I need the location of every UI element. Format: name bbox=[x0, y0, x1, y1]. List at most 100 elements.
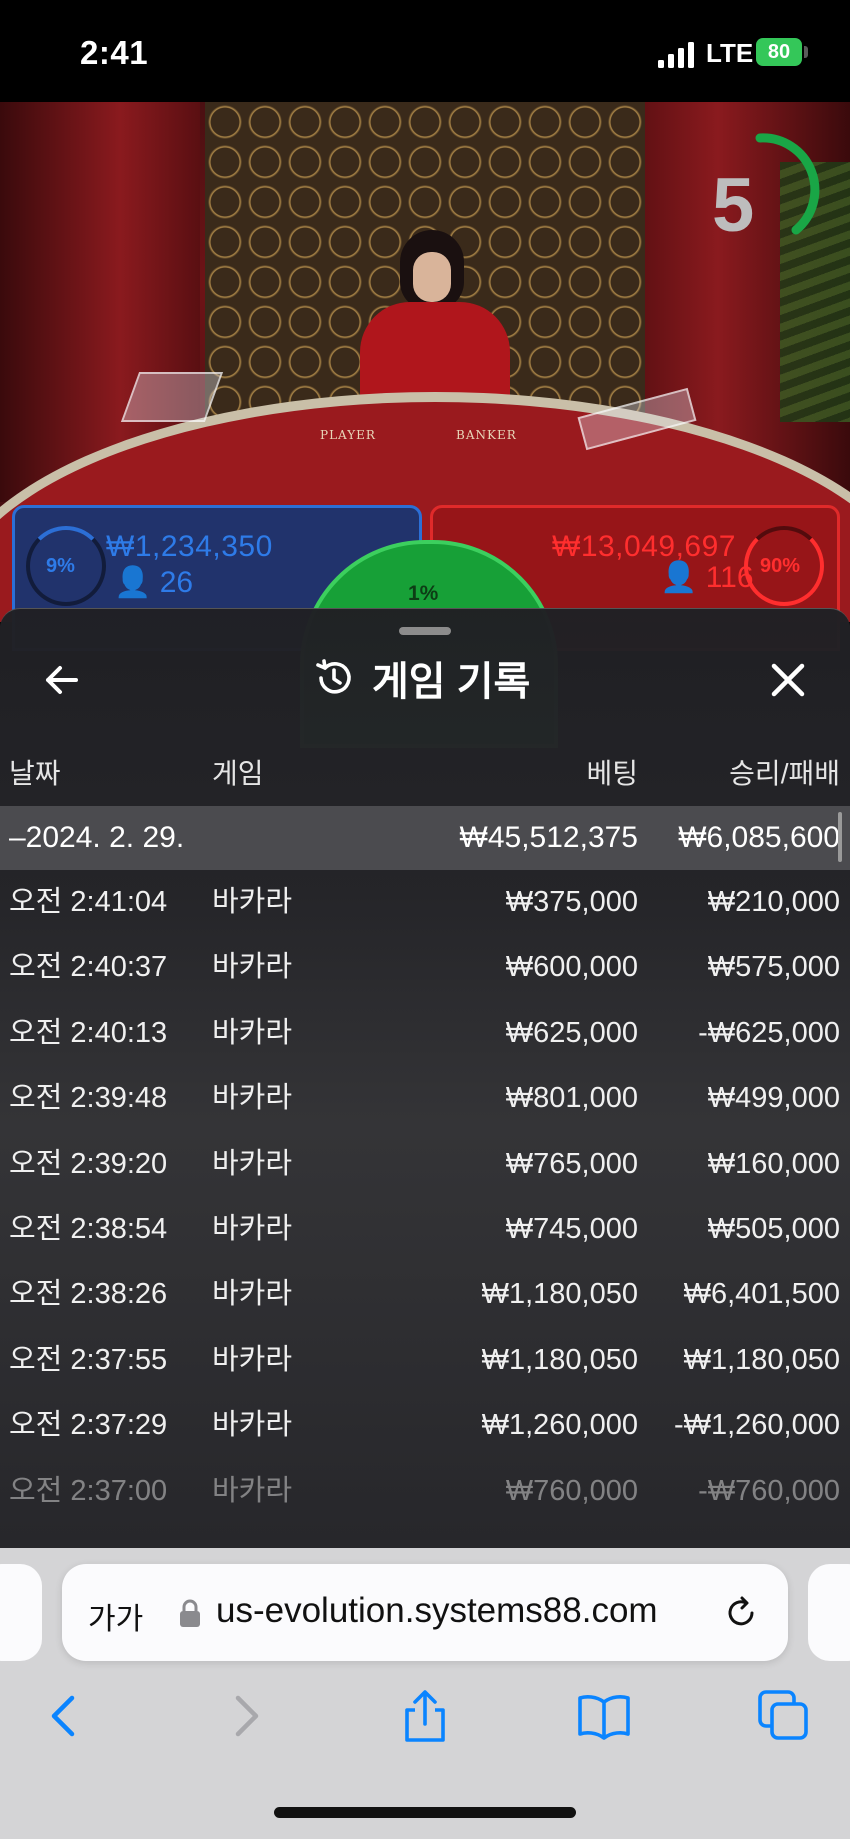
scrollbar[interactable] bbox=[838, 812, 842, 862]
row-bet: ₩1,180,050 bbox=[481, 1343, 638, 1376]
row-winloss: ₩505,000 bbox=[707, 1212, 840, 1245]
row-time: 오전 2:39:48 bbox=[9, 1082, 168, 1115]
row-winloss: ₩160,000 bbox=[707, 1147, 840, 1180]
row-game: 바카라 bbox=[212, 1016, 293, 1049]
row-game: 바카라 bbox=[212, 951, 293, 984]
battery-icon: 80 bbox=[756, 38, 802, 66]
url-text[interactable]: us-evolution.systems88.com bbox=[216, 1591, 658, 1631]
row-bet: ₩760,000 bbox=[505, 1474, 638, 1507]
banker-count-value: 116 bbox=[705, 561, 754, 594]
network-type: LTE bbox=[706, 38, 754, 68]
tie-percent: 1% bbox=[408, 582, 439, 605]
tabs-icon[interactable] bbox=[756, 1688, 812, 1744]
history-row[interactable]: 오전 2:37:55 바카라 ₩1,180,050 ₩1,180,050 bbox=[0, 1328, 850, 1393]
home-indicator[interactable] bbox=[274, 1807, 576, 1818]
row-time: 오전 2:37:29 bbox=[9, 1409, 168, 1442]
history-row[interactable]: 오전 2:38:54 바카라 ₩745,000 ₩505,000 bbox=[0, 1197, 850, 1262]
table-header: 날짜 게임 베팅 승리/패배 bbox=[0, 752, 850, 792]
player-bettor-count: 👤 26 bbox=[114, 565, 193, 600]
sheet-title: 게임 기록 bbox=[312, 650, 530, 706]
row-winloss: -₩625,000 bbox=[698, 1016, 840, 1049]
row-time: 오전 2:38:54 bbox=[9, 1212, 168, 1245]
history-row[interactable]: 오전 2:40:13 바카라 ₩625,000 -₩625,000 bbox=[0, 1001, 850, 1066]
header-game[interactable]: 게임 bbox=[212, 752, 264, 792]
cellular-signal-icon bbox=[658, 42, 694, 68]
day-summary-row[interactable]: –2024. 2. 29. ₩45,512,375 ₩6,085,600 bbox=[0, 806, 850, 870]
history-row[interactable]: 오전 2:40:37 바카라 ₩600,000 ₩575,000 bbox=[0, 935, 850, 1000]
row-bet: ₩765,000 bbox=[505, 1147, 638, 1180]
row-bet: ₩375,000 bbox=[505, 886, 638, 918]
row-time: 오전 2:40:13 bbox=[9, 1016, 168, 1049]
person-icon: 👤 bbox=[660, 561, 698, 594]
close-icon[interactable] bbox=[766, 658, 810, 702]
row-bet: ₩600,000 bbox=[505, 951, 638, 984]
banker-bet-amount: ₩13,049,697 bbox=[552, 530, 736, 563]
row-winloss: ₩499,000 bbox=[707, 1082, 840, 1115]
lock-icon bbox=[180, 1599, 200, 1627]
back-icon[interactable] bbox=[36, 1688, 92, 1744]
row-time: 오전 2:37:55 bbox=[9, 1343, 168, 1376]
row-time: 오전 2:39:20 bbox=[9, 1147, 168, 1180]
history-row[interactable]: 오전 2:38:26 바카라 ₩1,180,050 ₩6,401,500 bbox=[0, 1262, 850, 1327]
day-winloss-total: ₩6,085,600 bbox=[678, 821, 840, 854]
bookmarks-icon[interactable] bbox=[576, 1688, 632, 1744]
row-game: 바카라 bbox=[212, 1474, 293, 1507]
next-tab-preview[interactable] bbox=[808, 1564, 850, 1661]
battery-level: 80 bbox=[767, 41, 791, 63]
header-date[interactable]: 날짜 bbox=[9, 752, 61, 792]
table-player-label: PLAYER bbox=[320, 428, 376, 442]
share-icon[interactable] bbox=[397, 1688, 453, 1744]
player-percent: 9% bbox=[46, 555, 75, 577]
row-winloss: ₩1,180,050 bbox=[683, 1343, 840, 1376]
header-bet[interactable]: 베팅 bbox=[586, 752, 638, 792]
row-bet: ₩801,000 bbox=[505, 1082, 638, 1115]
row-game: 바카라 bbox=[212, 1082, 293, 1115]
forward-icon[interactable] bbox=[218, 1688, 274, 1744]
row-bet: ₩625,000 bbox=[505, 1016, 638, 1049]
row-game: 바카라 bbox=[212, 1343, 293, 1376]
sheet-drag-handle[interactable] bbox=[399, 627, 451, 635]
row-time: 오전 2:37:00 bbox=[9, 1474, 168, 1507]
back-arrow-icon[interactable] bbox=[40, 658, 84, 702]
person-icon: 👤 bbox=[114, 566, 152, 599]
history-row[interactable]: 오전 2:37:00 바카라 ₩760,000 -₩760,000 bbox=[0, 1459, 850, 1524]
row-winloss: ₩6,401,500 bbox=[683, 1278, 840, 1311]
page-settings-button[interactable]: 가가 bbox=[88, 1594, 143, 1638]
history-row[interactable]: 오전 2:37:29 바카라 ₩1,260,000 -₩1,260,000 bbox=[0, 1393, 850, 1458]
banker-percent: 90% bbox=[760, 555, 801, 577]
history-row[interactable]: 오전 2:39:20 바카라 ₩765,000 ₩160,000 bbox=[0, 1132, 850, 1197]
sheet-title-text: 게임 기록 bbox=[372, 660, 531, 704]
row-time: 오전 2:40:37 bbox=[9, 951, 168, 984]
row-winloss: ₩575,000 bbox=[707, 951, 840, 984]
dealer-face bbox=[413, 252, 451, 302]
row-time: 오전 2:38:26 bbox=[9, 1278, 168, 1311]
day-date: –2024. 2. 29. bbox=[9, 821, 185, 854]
status-time: 2:41 bbox=[80, 34, 149, 71]
row-time: 오전 2:41:04 bbox=[9, 886, 168, 918]
row-game: 바카라 bbox=[212, 1212, 293, 1245]
player-count-value: 26 bbox=[159, 566, 194, 599]
row-bet: ₩1,180,050 bbox=[481, 1278, 638, 1311]
previous-tab-preview[interactable] bbox=[0, 1564, 42, 1661]
battery-tip bbox=[804, 46, 808, 58]
table-banker-label: BANKER bbox=[456, 428, 517, 442]
row-winloss: ₩210,000 bbox=[707, 886, 840, 918]
row-game: 바카라 bbox=[212, 886, 293, 918]
banker-bettor-count: 👤 116 bbox=[660, 560, 754, 595]
row-winloss: -₩1,260,000 bbox=[673, 1409, 840, 1442]
history-row[interactable]: 오전 2:39:48 바카라 ₩801,000 ₩499,000 bbox=[0, 1066, 850, 1131]
row-bet: ₩745,000 bbox=[505, 1212, 638, 1245]
history-icon bbox=[316, 659, 351, 694]
status-bar: 2:41 LTE 80 bbox=[0, 0, 850, 102]
history-list: 오전 2:41:04 바카라 ₩375,000 ₩210,000 오전 2:40… bbox=[0, 870, 850, 1524]
row-winloss: -₩760,000 bbox=[698, 1474, 840, 1507]
countdown-number: 5 bbox=[712, 163, 755, 248]
row-game: 바카라 bbox=[212, 1147, 293, 1180]
player-bet-amount: ₩1,234,350 bbox=[106, 530, 273, 563]
reload-icon[interactable] bbox=[722, 1594, 760, 1632]
history-row[interactable]: 오전 2:41:04 바카라 ₩375,000 ₩210,000 bbox=[0, 870, 850, 935]
row-game: 바카라 bbox=[212, 1409, 293, 1442]
day-bet-total: ₩45,512,375 bbox=[459, 821, 638, 854]
row-game: 바카라 bbox=[212, 1278, 293, 1311]
header-winloss[interactable]: 승리/패배 bbox=[729, 752, 840, 792]
